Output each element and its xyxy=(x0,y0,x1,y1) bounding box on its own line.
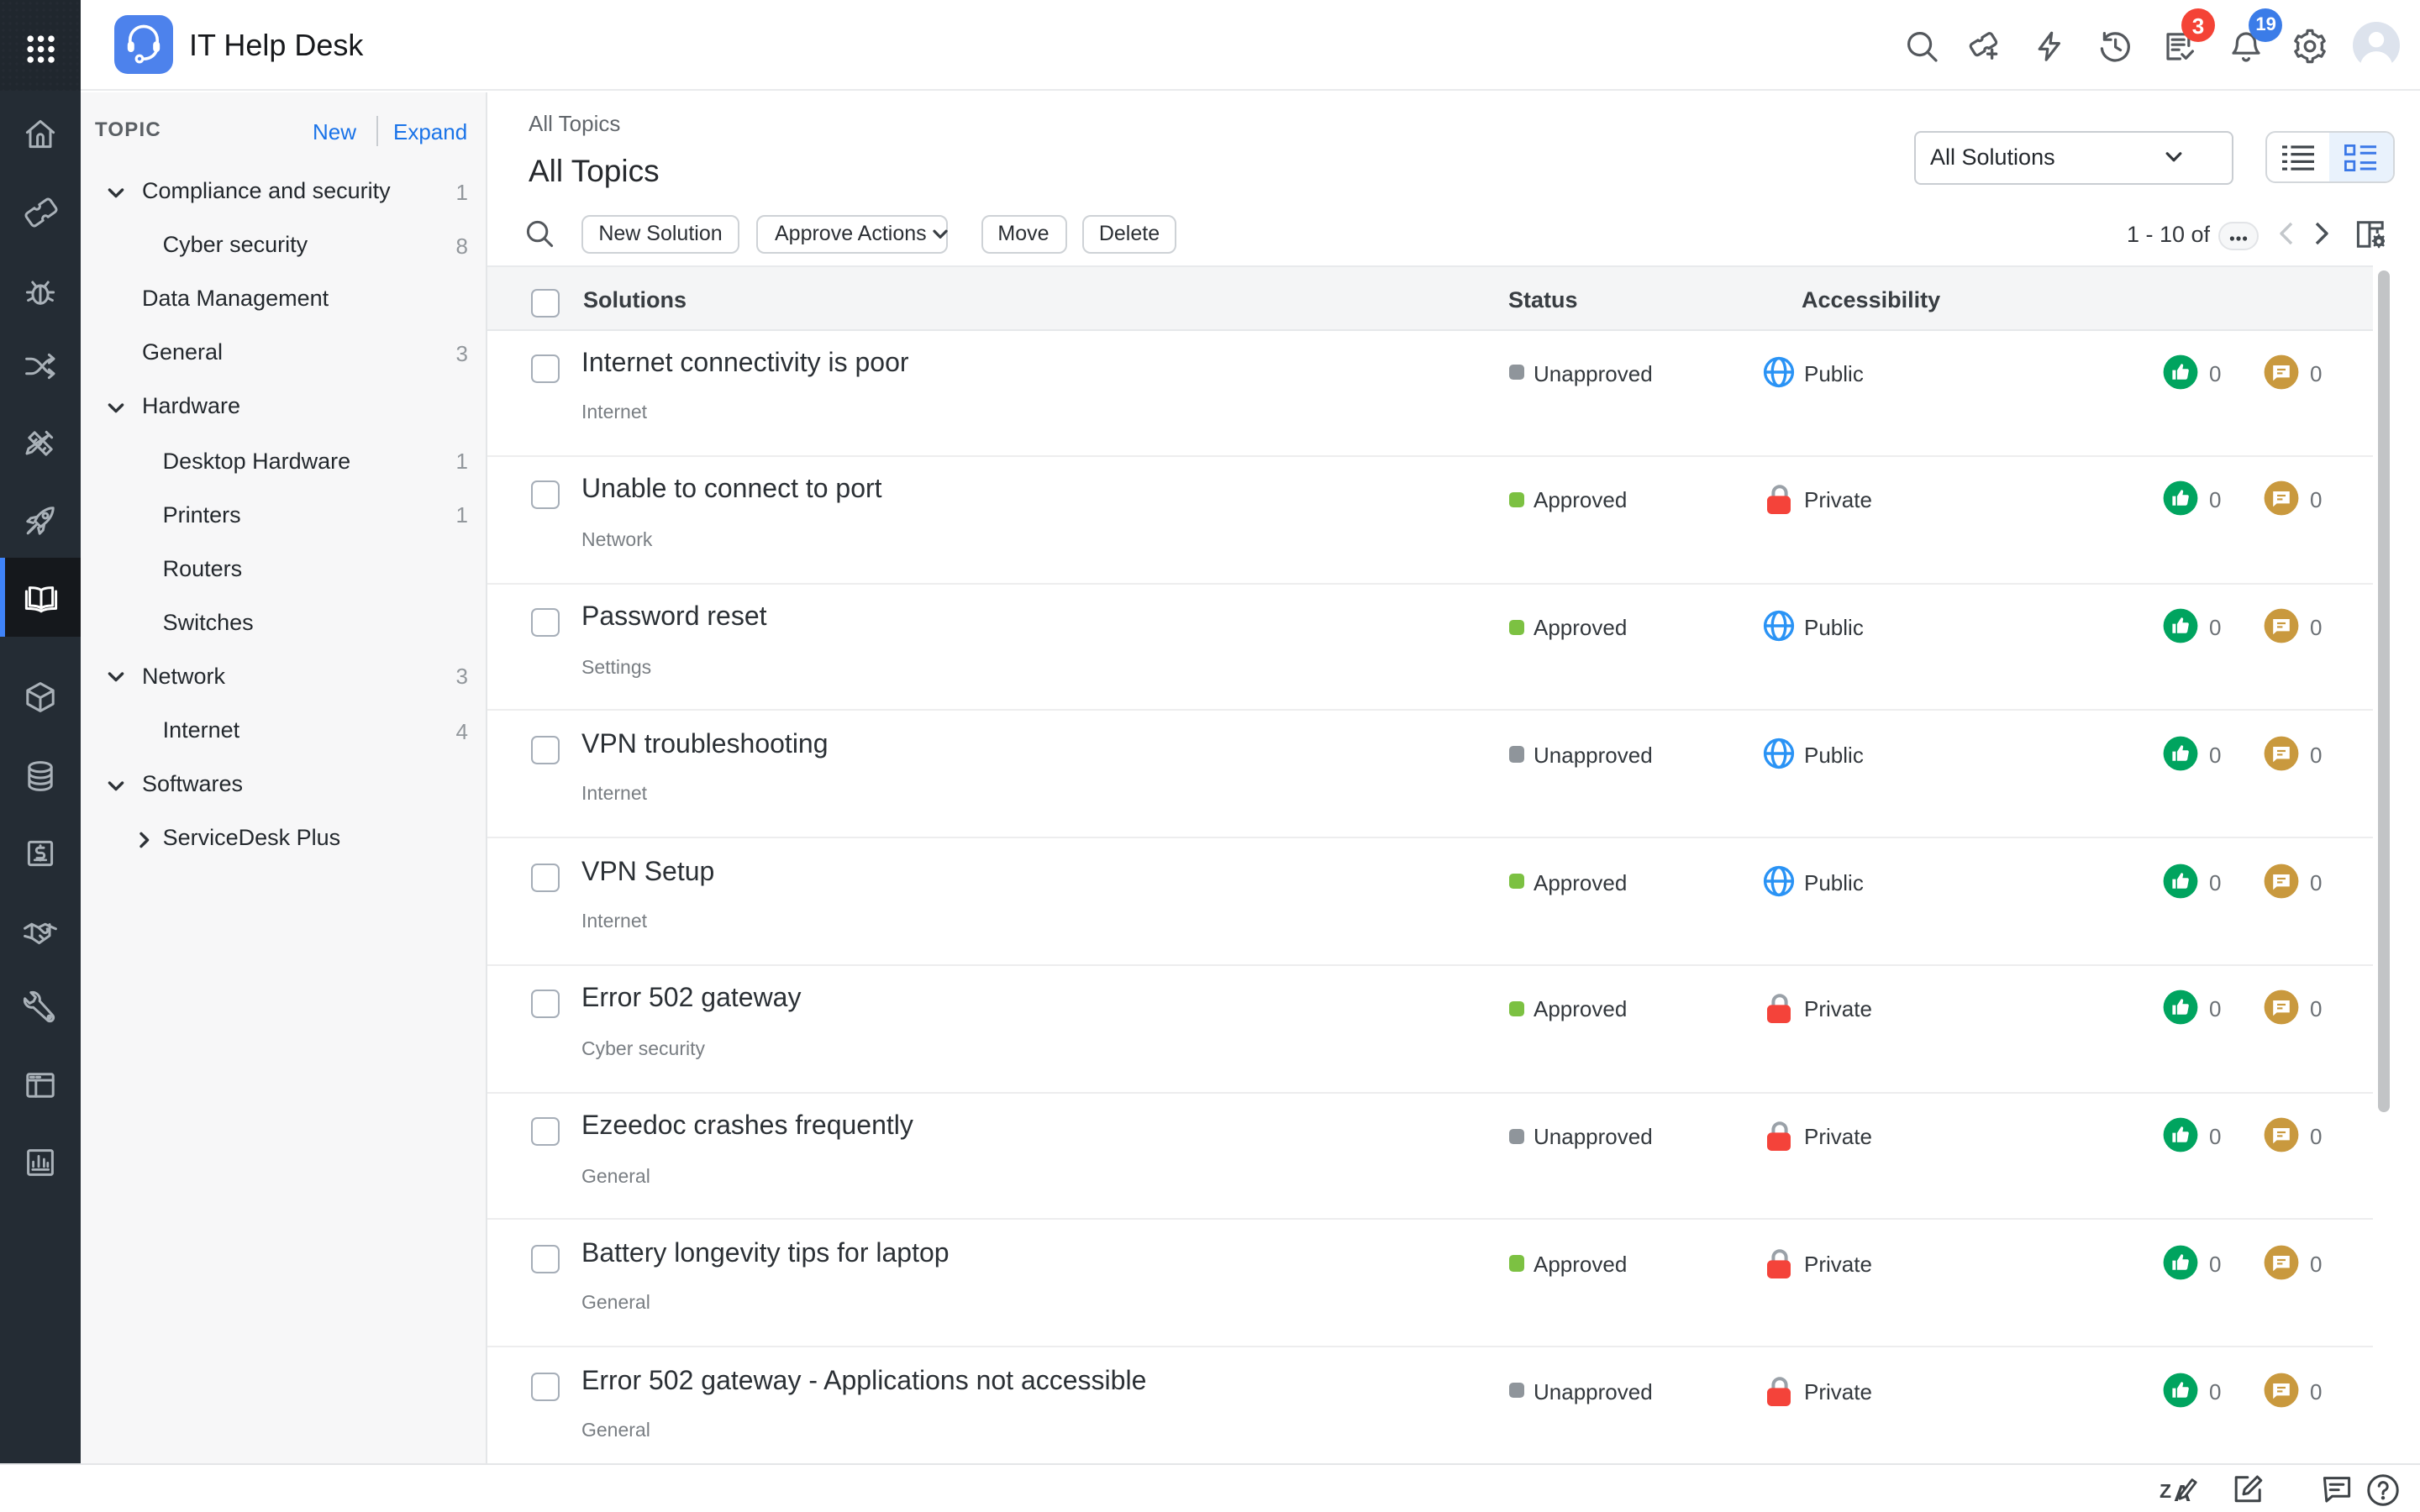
svg-text:Z: Z xyxy=(2160,1480,2171,1502)
